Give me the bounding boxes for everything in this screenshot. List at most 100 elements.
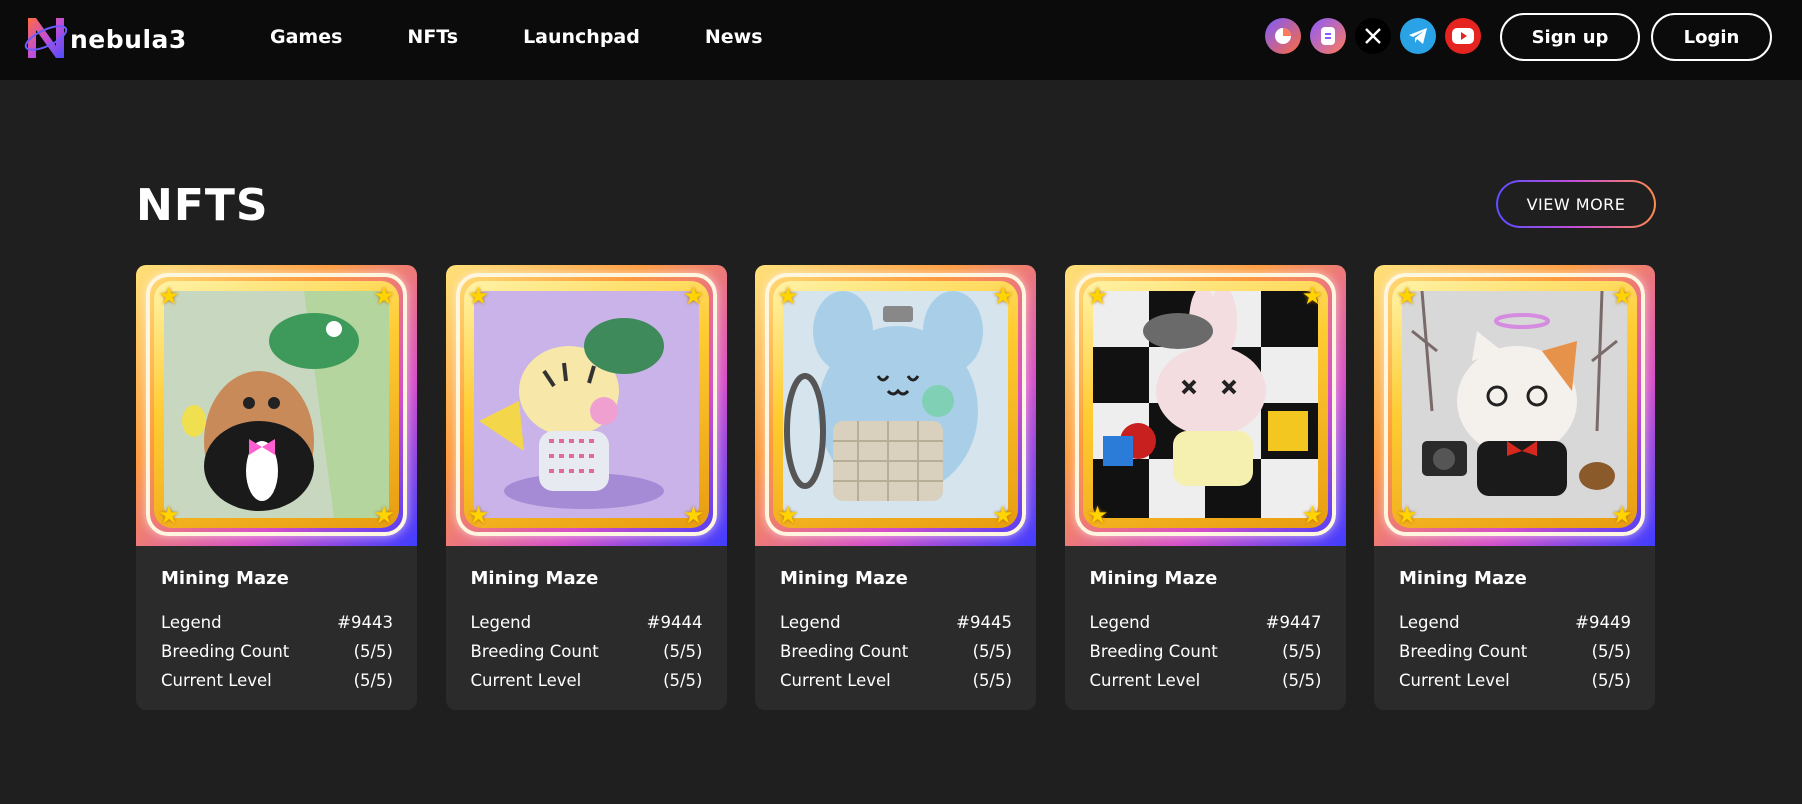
stat-value: (5/5) (353, 671, 393, 690)
stat-label: Current Level (161, 671, 272, 690)
star-icon: ★ (467, 282, 490, 310)
youtube-icon[interactable] (1445, 18, 1481, 54)
login-button[interactable]: Login (1651, 13, 1772, 61)
stat-level: Current Level (5/5) (1090, 666, 1322, 695)
main-nav: Games NFTs Launchpad News (270, 22, 828, 52)
nft-card-list: ★ ★ ★ ★ Mining Maze Legend #9443 Breedin… (136, 265, 1655, 710)
nft-card-art: ★ ★ ★ ★ (755, 265, 1036, 546)
stat-value: #9444 (646, 613, 703, 632)
star-icon: ★ (992, 501, 1014, 529)
social-links (1265, 18, 1490, 54)
star-icon: ★ (1611, 501, 1633, 529)
stat-level: Current Level (5/5) (161, 666, 393, 695)
brand-name: nebula3 (70, 25, 187, 54)
stat-breeding: Breeding Count (5/5) (471, 637, 703, 666)
nft-card[interactable]: ★ ★ ★ ★ Mining Maze Legend #9449 Breedin… (1374, 265, 1655, 710)
stat-value: (5/5) (1282, 642, 1322, 661)
nft-card-title: Mining Maze (780, 568, 908, 589)
stat-value: (5/5) (1591, 642, 1631, 661)
stat-level: Current Level (5/5) (1399, 666, 1631, 695)
stat-value: #9447 (1265, 613, 1322, 632)
stat-label: Breeding Count (1399, 642, 1528, 661)
signup-button[interactable]: Sign up (1500, 13, 1640, 61)
nft-card-art: ★ ★ ★ ★ (1374, 265, 1655, 546)
telegram-icon[interactable] (1400, 18, 1436, 54)
stat-value: (5/5) (353, 642, 393, 661)
nft-card[interactable]: ★ ★ ★ ★ Mining Maze Legend #9447 Breedin… (1064, 265, 1346, 710)
nft-card-art: ★ ★ ★ ★ (1064, 265, 1346, 546)
star-icon: ★ (373, 501, 395, 529)
stat-breeding: Breeding Count (5/5) (161, 637, 393, 666)
stat-value: #9445 (956, 613, 1012, 632)
stat-legend: Legend #9444 (471, 608, 703, 637)
stat-label: Legend (470, 613, 532, 632)
stat-value: (5/5) (972, 671, 1012, 690)
star-icon: ★ (777, 501, 799, 529)
hamster-character-image (164, 291, 389, 518)
star-icon: ★ (1396, 282, 1418, 310)
stat-level: Current Level (5/5) (780, 666, 1012, 695)
cat-character-image (1402, 291, 1627, 518)
stat-breeding: Breeding Count (5/5) (1090, 637, 1322, 666)
nft-card[interactable]: ★ ★ ★ ★ Mining Maze Legend #9445 Breedin… (755, 265, 1036, 710)
x-icon[interactable] (1355, 18, 1391, 54)
stat-legend: Legend #9443 (161, 608, 393, 637)
nft-card-art: ★ ★ ★ ★ (136, 265, 417, 546)
mouse-character-image (783, 291, 1008, 518)
nft-card[interactable]: ★ ★ ★ ★ Mining Maze Legend #9444 Breedin… (445, 265, 727, 710)
view-more-button[interactable]: VIEW MORE (1496, 180, 1656, 228)
star-icon: ★ (158, 282, 180, 310)
stat-legend: Legend #9449 (1399, 608, 1631, 637)
stat-label: Breeding Count (1089, 642, 1218, 661)
nft-card-title: Mining Maze (161, 568, 289, 589)
bunny-character-image (1092, 291, 1318, 518)
star-icon: ★ (682, 501, 705, 529)
nav-nfts[interactable]: NFTs (407, 22, 458, 52)
star-icon: ★ (777, 282, 799, 310)
stat-value: #9449 (1575, 613, 1631, 632)
star-icon: ★ (992, 282, 1014, 310)
star-icon: ★ (1396, 501, 1418, 529)
star-icon: ★ (373, 282, 395, 310)
stat-value: (5/5) (1282, 671, 1322, 690)
nav-launchpad[interactable]: Launchpad (523, 22, 640, 52)
star-icon: ★ (1301, 501, 1324, 529)
stat-label: Legend (1399, 613, 1460, 632)
stat-value: (5/5) (663, 642, 703, 661)
stat-label: Current Level (470, 671, 582, 690)
star-icon: ★ (1301, 282, 1324, 310)
stat-legend: Legend #9445 (780, 608, 1012, 637)
nav-news[interactable]: News (705, 22, 763, 52)
view-more-label: VIEW MORE (1498, 182, 1654, 226)
stat-label: Current Level (1089, 671, 1201, 690)
stat-value: (5/5) (1591, 671, 1631, 690)
tiger-character-image (473, 291, 699, 518)
stat-label: Breeding Count (470, 642, 599, 661)
stat-level: Current Level (5/5) (471, 666, 703, 695)
stat-label: Legend (1089, 613, 1151, 632)
nav-games[interactable]: Games (270, 22, 342, 52)
stat-label: Legend (161, 613, 222, 632)
stat-value: #9443 (337, 613, 393, 632)
nebula-logo-icon (24, 18, 68, 58)
stat-value: (5/5) (972, 642, 1012, 661)
stat-label: Legend (780, 613, 841, 632)
stat-label: Breeding Count (780, 642, 909, 661)
stat-value: (5/5) (663, 671, 703, 690)
brand-logo[interactable]: nebula3 (22, 12, 197, 62)
nft-card-art: ★ ★ ★ ★ (445, 265, 727, 546)
stat-label: Breeding Count (161, 642, 290, 661)
nft-card-title: Mining Maze (470, 568, 599, 589)
star-icon: ★ (467, 501, 490, 529)
star-icon: ★ (1086, 501, 1109, 529)
mirror-icon[interactable] (1310, 18, 1346, 54)
stat-breeding: Breeding Count (5/5) (780, 637, 1012, 666)
star-icon: ★ (1611, 282, 1633, 310)
nft-card[interactable]: ★ ★ ★ ★ Mining Maze Legend #9443 Breedin… (136, 265, 417, 710)
section-title: NFTS (136, 180, 269, 231)
star-icon: ★ (158, 501, 180, 529)
stat-legend: Legend #9447 (1090, 608, 1322, 637)
stat-breeding: Breeding Count (5/5) (1399, 637, 1631, 666)
chart-icon[interactable] (1265, 18, 1301, 54)
star-icon: ★ (1086, 282, 1109, 310)
